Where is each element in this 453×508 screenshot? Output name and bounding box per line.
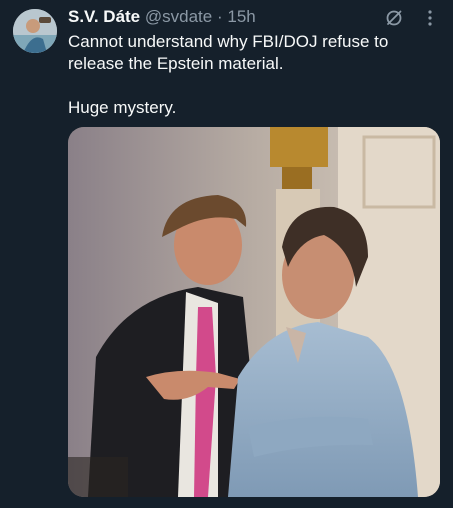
- avatar[interactable]: [13, 9, 57, 53]
- tweet-media-photo[interactable]: [68, 127, 440, 497]
- tweet-text: Cannot understand why FBI/DOJ refuse to …: [68, 31, 438, 119]
- tweet[interactable]: S.V. Dáte @svdate · 15h Cannot understan…: [0, 0, 453, 508]
- display-name[interactable]: S.V. Dáte: [68, 7, 140, 26]
- tweet-text-line: Huge mystery.: [68, 98, 177, 117]
- tweet-header: S.V. Dáte @svdate · 15h: [68, 7, 256, 27]
- separator-dot: ·: [216, 7, 223, 26]
- user-handle[interactable]: @svdate: [145, 7, 212, 26]
- photo-image: [68, 127, 440, 497]
- grok-icon[interactable]: [384, 8, 404, 28]
- timestamp[interactable]: 15h: [227, 7, 255, 26]
- tweet-text-line: Cannot understand why FBI/DOJ refuse to …: [68, 32, 389, 73]
- more-icon[interactable]: [420, 8, 440, 28]
- avatar-icon: [13, 9, 57, 53]
